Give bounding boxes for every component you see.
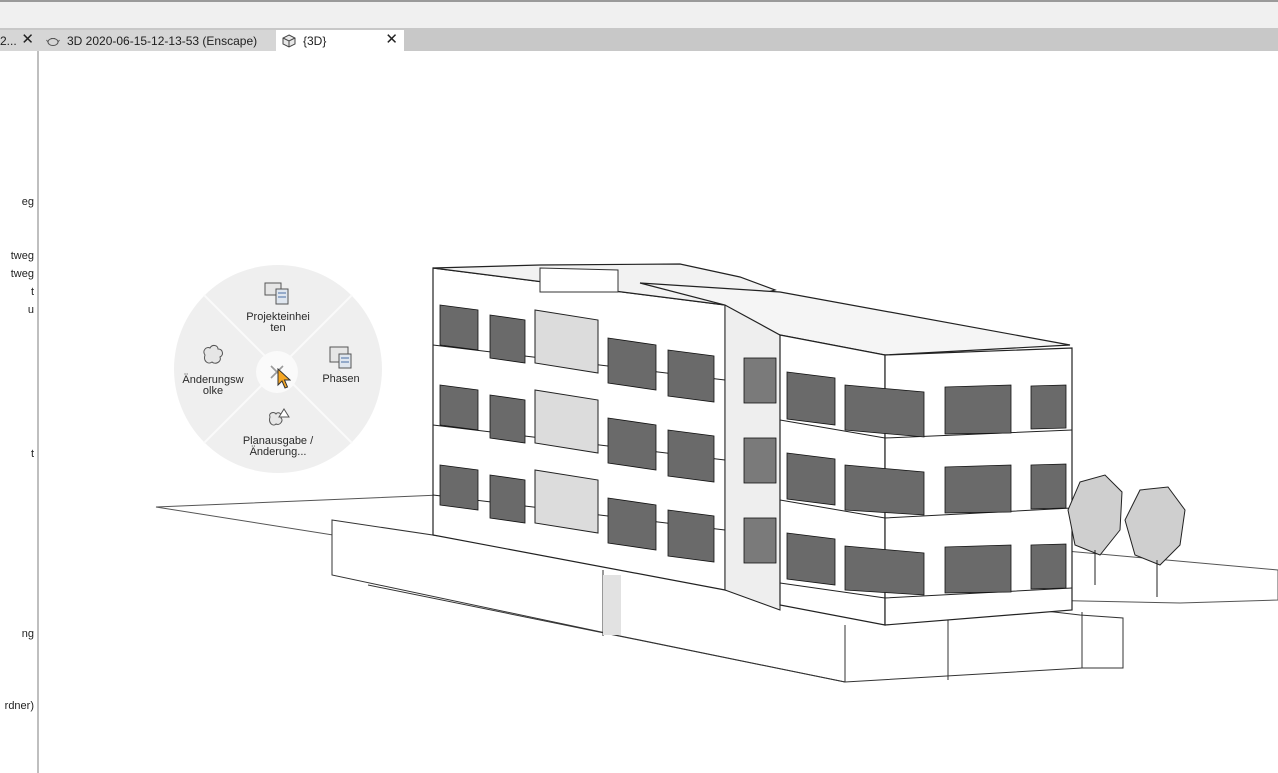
tab-label: 2... (0, 33, 17, 48)
mouse-cursor-icon (277, 368, 291, 389)
radial-item-planausgabe[interactable]: Planausgabe /Änderung... (236, 405, 320, 465)
radial-item-label: Planausgabe /Änderung... (242, 435, 314, 458)
browser-item[interactable]: t (31, 448, 34, 460)
3d-cube-icon (282, 33, 296, 48)
browser-item[interactable]: u (28, 304, 34, 316)
teapot-icon (46, 37, 60, 46)
radial-item-phasen[interactable]: Phasen (314, 343, 374, 393)
revision-cloud-icon (203, 345, 223, 364)
close-icon[interactable]: ✕ (21, 32, 34, 48)
browser-item[interactable]: ng (22, 628, 34, 640)
project-browser-panel: eg tweg tweg t u t ng rdner) (0, 51, 37, 773)
tab-3d-view[interactable]: {3D} ✕ (276, 30, 404, 51)
view-tabs: 2... ✕ 3D 2020-06-15-12-13-53 (Enscape) … (0, 28, 1278, 51)
radial-item-label: Projekteinhei ten (246, 311, 310, 334)
browser-item[interactable]: tweg (11, 250, 34, 262)
radial-item-label: Änderungsw olke (182, 374, 244, 397)
browser-item[interactable]: tweg (11, 268, 34, 280)
tab-label: {3D} (303, 33, 327, 48)
tab-label: 3D 2020-06-15-12-13-53 (Enscape) (67, 33, 258, 48)
browser-item[interactable]: eg (22, 196, 34, 208)
radial-item-aenderungswolke[interactable]: Änderungsw olke (180, 343, 246, 403)
browser-item[interactable]: rdner) (5, 700, 34, 712)
tab-previous-view[interactable]: 2... ✕ (0, 30, 40, 51)
radial-item-label: Phasen (322, 373, 360, 385)
close-icon[interactable]: ✕ (385, 32, 398, 48)
browser-item[interactable]: t (31, 286, 34, 298)
phases-icon (329, 346, 352, 369)
title-bar (0, 0, 1278, 28)
revision-issue-icon (269, 408, 290, 426)
radial-item-projekteinheiten[interactable]: Projekteinhei ten (236, 279, 320, 339)
tab-enscape-view[interactable]: 3D 2020-06-15-12-13-53 (Enscape) (40, 30, 276, 51)
project-units-icon (264, 282, 289, 305)
